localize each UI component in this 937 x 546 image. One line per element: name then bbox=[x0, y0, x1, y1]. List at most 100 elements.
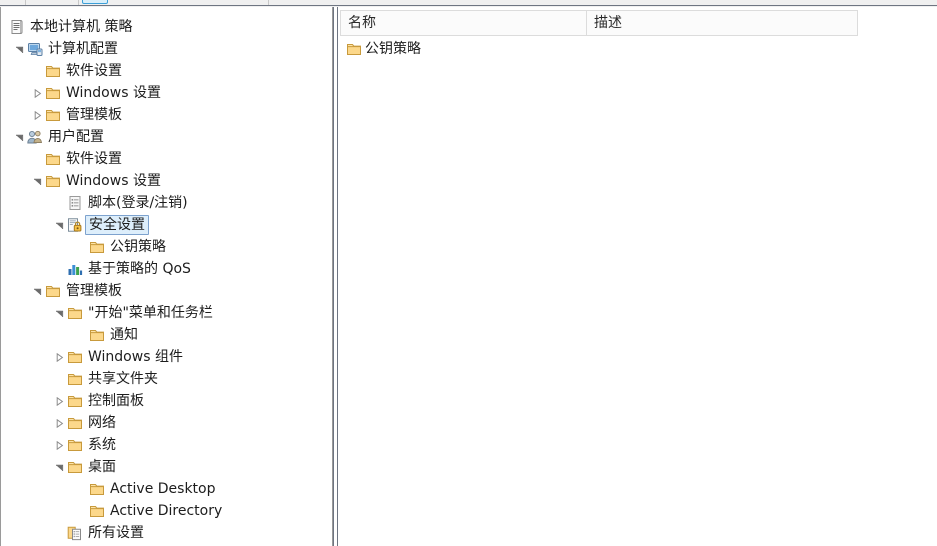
folder-icon bbox=[89, 481, 105, 497]
tree-item-label: Active Desktop bbox=[110, 481, 216, 497]
folder-icon bbox=[89, 327, 105, 343]
tree-item[interactable]: Active Directory bbox=[1, 500, 332, 522]
tree-item[interactable]: "开始"菜单和任务栏 bbox=[1, 302, 332, 324]
toolbar-strip bbox=[0, 0, 937, 6]
chevron-down-icon[interactable] bbox=[53, 456, 65, 478]
tree-item[interactable]: 管理模板 bbox=[1, 104, 332, 126]
chevron-down-icon[interactable] bbox=[31, 280, 43, 302]
tree-item[interactable]: 软件设置 bbox=[1, 60, 332, 82]
all-settings-icon bbox=[67, 525, 83, 541]
tree-item-label: "开始"菜单和任务栏 bbox=[88, 305, 213, 321]
tree-item[interactable]: 基于策略的 QoS bbox=[1, 258, 332, 280]
tree-item[interactable]: 桌面 bbox=[1, 456, 332, 478]
tree-item[interactable]: Windows 设置 bbox=[1, 170, 332, 192]
tree-item[interactable]: 安全设置 bbox=[1, 214, 332, 236]
tree-item[interactable]: 软件设置 bbox=[1, 148, 332, 170]
folder-icon bbox=[45, 283, 61, 299]
tree-item[interactable]: 所有设置 bbox=[1, 522, 332, 544]
tree-item-label: 系统 bbox=[88, 437, 116, 453]
console-tree-pane[interactable]: 本地计算机 策略 计算机配置 软件设置 Windows 设置 管理模板 用户配置 软件设置 W… bbox=[0, 7, 333, 546]
policy-document-icon bbox=[9, 19, 25, 35]
chevron-right-icon[interactable] bbox=[53, 346, 65, 368]
tree-item[interactable]: 管理模板 bbox=[1, 280, 332, 302]
tree-item-label: Windows 设置 bbox=[66, 85, 161, 101]
tree-item-label: 管理模板 bbox=[66, 107, 122, 123]
column-header[interactable]: 描述 bbox=[587, 10, 858, 36]
script-icon bbox=[67, 195, 83, 211]
tree-item-label: 网络 bbox=[88, 415, 116, 431]
tree-arrow-placeholder bbox=[53, 368, 65, 390]
tree-item[interactable]: Active Desktop bbox=[1, 478, 332, 500]
tree-item-label: 安全设置 bbox=[85, 215, 149, 235]
tree-arrow-placeholder bbox=[75, 478, 87, 500]
tree-item[interactable]: 共享文件夹 bbox=[1, 368, 332, 390]
chevron-right-icon[interactable] bbox=[53, 434, 65, 456]
tree-item-label: 所有设置 bbox=[88, 525, 144, 541]
mmc-snapin-window: 本地计算机 策略 计算机配置 软件设置 Windows 设置 管理模板 用户配置 软件设置 W… bbox=[0, 0, 937, 546]
tree-item-label: 本地计算机 策略 bbox=[30, 19, 133, 35]
tree-item-label: 共享文件夹 bbox=[88, 371, 158, 387]
qos-chart-icon bbox=[67, 261, 83, 277]
security-lock-icon bbox=[67, 217, 83, 233]
chevron-down-icon[interactable] bbox=[31, 170, 43, 192]
tree-item-label: 软件设置 bbox=[66, 63, 122, 79]
chevron-right-icon[interactable] bbox=[53, 390, 65, 412]
folder-icon bbox=[45, 107, 61, 123]
chevron-right-icon[interactable] bbox=[31, 82, 43, 104]
results-list[interactable]: 公钥策略 bbox=[340, 38, 937, 60]
tree-item[interactable]: 公钥策略 bbox=[1, 236, 332, 258]
chevron-right-icon[interactable] bbox=[31, 104, 43, 126]
tree-arrow-placeholder bbox=[53, 258, 65, 280]
tree-item[interactable]: 本地计算机 策略 bbox=[1, 16, 332, 38]
tree-item-label: Windows 设置 bbox=[66, 173, 161, 189]
tree-arrow-placeholder bbox=[75, 324, 87, 346]
folder-icon bbox=[45, 63, 61, 79]
folder-icon bbox=[67, 437, 83, 453]
tree-item-label: 桌面 bbox=[88, 459, 116, 475]
tree-item-label: 公钥策略 bbox=[110, 239, 166, 255]
tree-item[interactable]: 控制面板 bbox=[1, 390, 332, 412]
tree-item-label: 管理模板 bbox=[66, 283, 122, 299]
toolbar-separator bbox=[78, 0, 79, 5]
chevron-right-icon[interactable] bbox=[53, 412, 65, 434]
computer-icon bbox=[27, 41, 43, 57]
toolbar-separator bbox=[25, 0, 26, 5]
folder-icon bbox=[45, 173, 61, 189]
folder-icon bbox=[89, 239, 105, 255]
chevron-down-icon[interactable] bbox=[13, 126, 25, 148]
folder-icon bbox=[45, 85, 61, 101]
list-item[interactable]: 公钥策略 bbox=[340, 38, 937, 60]
tree-item-label: 软件设置 bbox=[66, 151, 122, 167]
tree-item-label: 基于策略的 QoS bbox=[88, 261, 191, 277]
tree-item[interactable]: 网络 bbox=[1, 412, 332, 434]
folder-icon bbox=[67, 371, 83, 387]
folder-icon bbox=[67, 459, 83, 475]
users-icon bbox=[27, 129, 43, 145]
results-column-headers[interactable]: 名称 描述 bbox=[340, 10, 937, 36]
chevron-down-icon[interactable] bbox=[13, 38, 25, 60]
chevron-down-icon[interactable] bbox=[53, 302, 65, 324]
tree-arrow-placeholder bbox=[53, 192, 65, 214]
tree-item-label: 计算机配置 bbox=[48, 41, 118, 57]
column-header[interactable]: 名称 bbox=[340, 10, 587, 36]
pane-splitter[interactable] bbox=[333, 7, 340, 546]
console-tree[interactable]: 本地计算机 策略 计算机配置 软件设置 Windows 设置 管理模板 用户配置 软件设置 W… bbox=[0, 7, 332, 546]
results-pane[interactable]: 名称 描述 公钥策略 bbox=[340, 7, 937, 546]
tree-item[interactable]: 系统 bbox=[1, 434, 332, 456]
tree-item-label: 脚本(登录/注销) bbox=[88, 195, 188, 211]
tree-item-label: Active Directory bbox=[110, 503, 223, 519]
chevron-down-icon[interactable] bbox=[53, 214, 65, 236]
toolbar-separator bbox=[268, 0, 269, 5]
tree-item[interactable]: Windows 设置 bbox=[1, 82, 332, 104]
list-item-name: 公钥策略 bbox=[365, 41, 421, 57]
tree-item[interactable]: 计算机配置 bbox=[1, 38, 332, 60]
tree-item[interactable]: 脚本(登录/注销) bbox=[1, 192, 332, 214]
tree-item[interactable]: 用户配置 bbox=[1, 126, 332, 148]
tree-arrow-placeholder bbox=[75, 236, 87, 258]
tree-arrow-placeholder bbox=[31, 148, 43, 170]
tree-arrow-placeholder bbox=[53, 522, 65, 544]
tree-item[interactable]: 通知 bbox=[1, 324, 332, 346]
folder-icon bbox=[67, 393, 83, 409]
tree-item[interactable]: Windows 组件 bbox=[1, 346, 332, 368]
toolbar-button-active[interactable] bbox=[82, 0, 108, 4]
